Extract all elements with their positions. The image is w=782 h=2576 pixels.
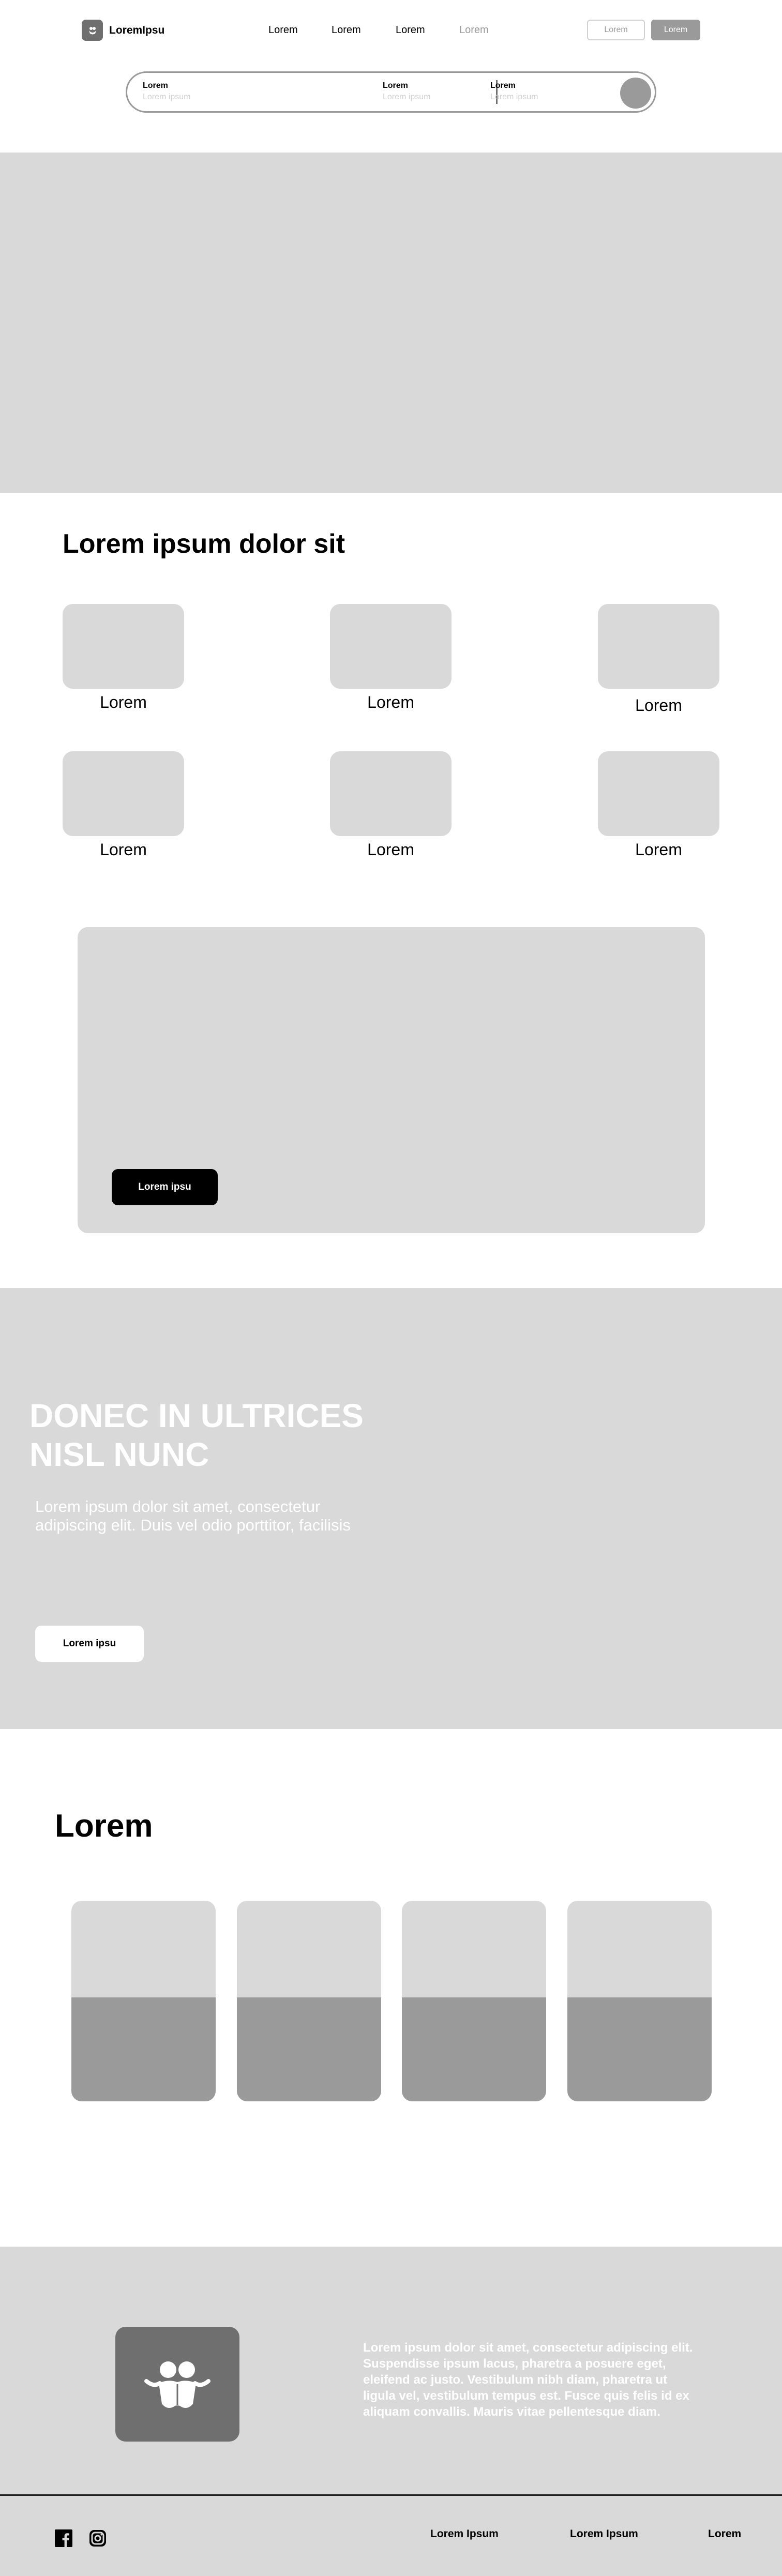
category-label: Lorem: [100, 693, 147, 711]
promo-button[interactable]: Lorem ipsu: [112, 1169, 218, 1205]
logo-icon: [82, 20, 103, 41]
page: LoremIpsu Lorem Lorem Lorem Lorem Lorem …: [0, 0, 782, 2576]
category-thumbnail: [330, 604, 452, 689]
category-card[interactable]: Lorem: [598, 604, 719, 715]
search-field-placeholder: Lorem ipsum: [490, 93, 538, 101]
listing-card-footer: [237, 1997, 381, 2101]
hero-image: [0, 153, 782, 493]
category-card[interactable]: Lorem: [330, 604, 452, 712]
category-card[interactable]: Lorem: [598, 751, 719, 859]
footer-link-3[interactable]: Lorem: [708, 2528, 741, 2540]
logo[interactable]: LoremIpsu: [82, 20, 164, 41]
footer-link-1[interactable]: Lorem Ipsum: [430, 2528, 499, 2540]
footer: Lorem Ipsum Lorem Ipsum Lorem: [0, 2496, 782, 2576]
category-thumbnail: [63, 751, 184, 836]
nav-link-3[interactable]: Lorem: [396, 24, 425, 36]
search-bar: Lorem Lorem ipsum Lorem Lorem ipsum Lore…: [126, 71, 656, 113]
search-field-2[interactable]: Lorem Lorem ipsum: [383, 81, 430, 102]
search-field-3[interactable]: Lorem Lorem ipsum: [490, 81, 538, 102]
banner-button[interactable]: Lorem ipsu: [35, 1626, 144, 1662]
listing-card[interactable]: [71, 1901, 216, 2101]
search-field-label: Lorem: [383, 81, 408, 90]
search-field-label: Lorem: [490, 81, 516, 90]
listing-card-footer: [567, 1997, 712, 2101]
search-field-placeholder: Lorem ipsum: [143, 93, 191, 101]
nav-link-4[interactable]: Lorem: [459, 24, 489, 36]
category-card[interactable]: Lorem: [63, 751, 184, 859]
category-thumbnail: [598, 604, 719, 689]
instagram-icon[interactable]: [89, 2529, 107, 2547]
category-card[interactable]: Lorem: [63, 604, 184, 712]
about-section: Lorem ipsum dolor sit amet, consectetur …: [0, 2247, 782, 2495]
about-text: Lorem ipsum dolor sit amet, consectetur …: [363, 2341, 693, 2419]
search-field-label: Lorem: [143, 81, 168, 90]
friends-icon: [144, 2361, 210, 2408]
footer-link-2[interactable]: Lorem Ipsum: [570, 2528, 638, 2540]
listing-card[interactable]: [237, 1901, 381, 2101]
logo-text: LoremIpsu: [109, 24, 165, 36]
banner-section: DONEC IN ULTRICES NISL NUNC Lorem ipsum …: [0, 1288, 782, 1729]
listing-card-footer: [71, 1997, 216, 2101]
listing-card-footer: [402, 1997, 546, 2101]
category-label: Lorem: [100, 840, 147, 859]
signup-button[interactable]: Lorem: [651, 20, 700, 40]
nav-link-2[interactable]: Lorem: [332, 24, 361, 36]
category-label: Lorem: [367, 693, 414, 711]
category-card[interactable]: Lorem: [330, 751, 452, 859]
listing-card[interactable]: [402, 1901, 546, 2101]
category-thumbnail: [330, 751, 452, 836]
banner-title: DONEC IN ULTRICES NISL NUNC: [29, 1397, 364, 1473]
category-label: Lorem: [635, 696, 682, 715]
listing-title: Lorem: [55, 1808, 153, 1844]
category-label: Lorem: [367, 840, 414, 859]
category-label: Lorem: [635, 840, 682, 859]
categories-title: Lorem ipsum dolor sit: [63, 529, 345, 559]
search-field-1[interactable]: Lorem Lorem ipsum: [143, 81, 190, 102]
banner-text: Lorem ipsum dolor sit amet, consectetur …: [35, 1497, 351, 1534]
login-button[interactable]: Lorem: [587, 20, 645, 40]
promo-card: Lorem ipsu: [78, 927, 705, 1233]
search-field-placeholder: Lorem ipsum: [383, 93, 431, 101]
nav-link-1[interactable]: Lorem: [268, 24, 298, 36]
about-image: [115, 2327, 239, 2442]
category-thumbnail: [598, 751, 719, 836]
facebook-icon[interactable]: [55, 2529, 72, 2547]
listing-card[interactable]: [567, 1901, 712, 2101]
search-button[interactable]: [620, 78, 651, 109]
category-thumbnail: [63, 604, 184, 689]
